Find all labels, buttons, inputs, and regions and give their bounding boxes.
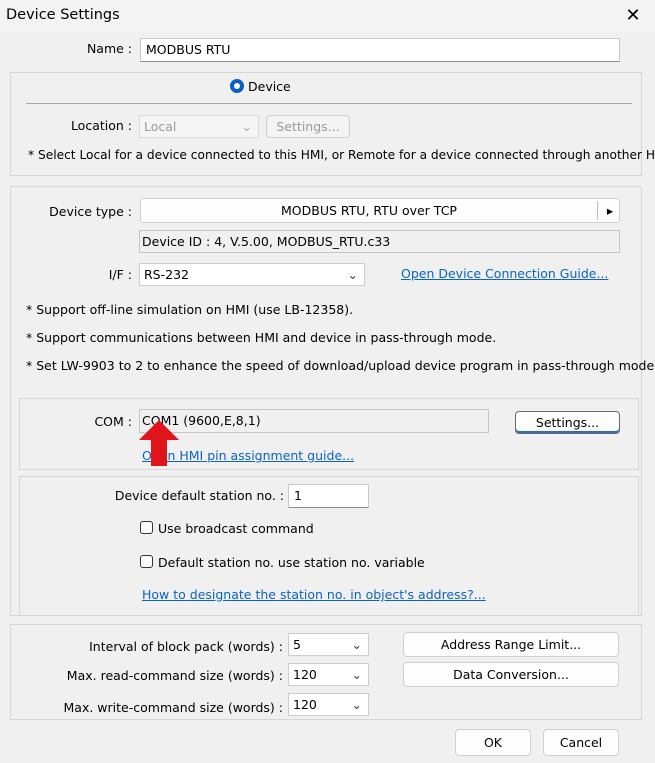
location-label: Location :: [70, 118, 132, 133]
location-note: * Select Local for a device connected to…: [28, 148, 655, 162]
device-note-3: * Set LW-9903 to 2 to enhance the speed …: [26, 358, 655, 373]
close-icon[interactable]: ✕: [620, 2, 646, 30]
address-range-button[interactable]: Address Range Limit...: [403, 632, 619, 657]
device-type-button[interactable]: MODBUS RTU, RTU over TCP ▸: [140, 198, 620, 223]
location-select[interactable]: Local ⌄: [139, 115, 259, 138]
cancel-button[interactable]: Cancel: [543, 729, 619, 756]
if-select[interactable]: RS-232 ⌄: [139, 263, 365, 286]
arrow-right-icon: ▸: [606, 203, 614, 218]
read-size-label: Max. read-command size (words) :: [66, 668, 283, 683]
write-size-select[interactable]: 120 ⌄: [288, 693, 369, 716]
com-label: COM :: [94, 414, 132, 429]
station-variable-checkbox[interactable]: [140, 555, 153, 568]
chevron-down-icon: ⌄: [351, 697, 362, 712]
location-settings-button[interactable]: Settings...: [266, 115, 350, 138]
if-label: I/F :: [108, 267, 132, 282]
broadcast-label: Use broadcast command: [158, 521, 314, 536]
broadcast-checkbox[interactable]: [140, 521, 153, 534]
device-radio-label: Device: [248, 79, 291, 94]
name-label: Name :: [86, 41, 132, 56]
device-note-2: * Support communications between HMI and…: [26, 330, 497, 345]
chevron-down-icon: ⌄: [241, 119, 252, 134]
device-note-1: * Support off-line simulation on HMI (us…: [26, 302, 354, 317]
interval-label: Interval of block pack (words) :: [89, 639, 283, 654]
ok-button[interactable]: OK: [455, 729, 531, 756]
write-size-label: Max. write-command size (words) :: [63, 700, 283, 715]
device-radio[interactable]: [230, 79, 244, 93]
divider: [597, 201, 598, 220]
device-type-label: Device type :: [49, 204, 132, 219]
device-guide-link[interactable]: Open Device Connection Guide...: [401, 266, 608, 281]
divider: [26, 103, 632, 104]
read-size-value: 120: [293, 667, 317, 682]
device-type-value: MODBUS RTU, RTU over TCP: [281, 203, 457, 218]
name-input[interactable]: MODBUS RTU: [140, 38, 620, 62]
chevron-down-icon: ⌄: [351, 637, 362, 652]
station-default-label: Device default station no. :: [114, 488, 284, 503]
chevron-down-icon: ⌄: [347, 267, 358, 282]
red-up-arrow-icon: [139, 420, 179, 466]
station-default-input[interactable]: 1: [288, 484, 369, 508]
chevron-down-icon: ⌄: [351, 667, 362, 682]
data-conversion-button[interactable]: Data Conversion...: [403, 662, 619, 687]
location-value: Local: [144, 119, 177, 134]
write-size-value: 120: [293, 697, 317, 712]
window-title: Device Settings: [6, 7, 120, 23]
interval-select[interactable]: 5 ⌄: [288, 633, 369, 656]
com-settings-button[interactable]: Settings...: [515, 411, 620, 434]
com-field: COM1 (9600,E,8,1): [139, 409, 489, 433]
if-value: RS-232: [144, 267, 189, 282]
device-id-field: Device ID : 4, V.5.00, MODBUS_RTU.c33: [139, 230, 620, 253]
interval-value: 5: [293, 637, 301, 652]
station-variable-label: Default station no. use station no. vari…: [158, 555, 425, 570]
read-size-select[interactable]: 120 ⌄: [288, 663, 369, 686]
station-help-link[interactable]: How to designate the station no. in obje…: [142, 587, 486, 602]
